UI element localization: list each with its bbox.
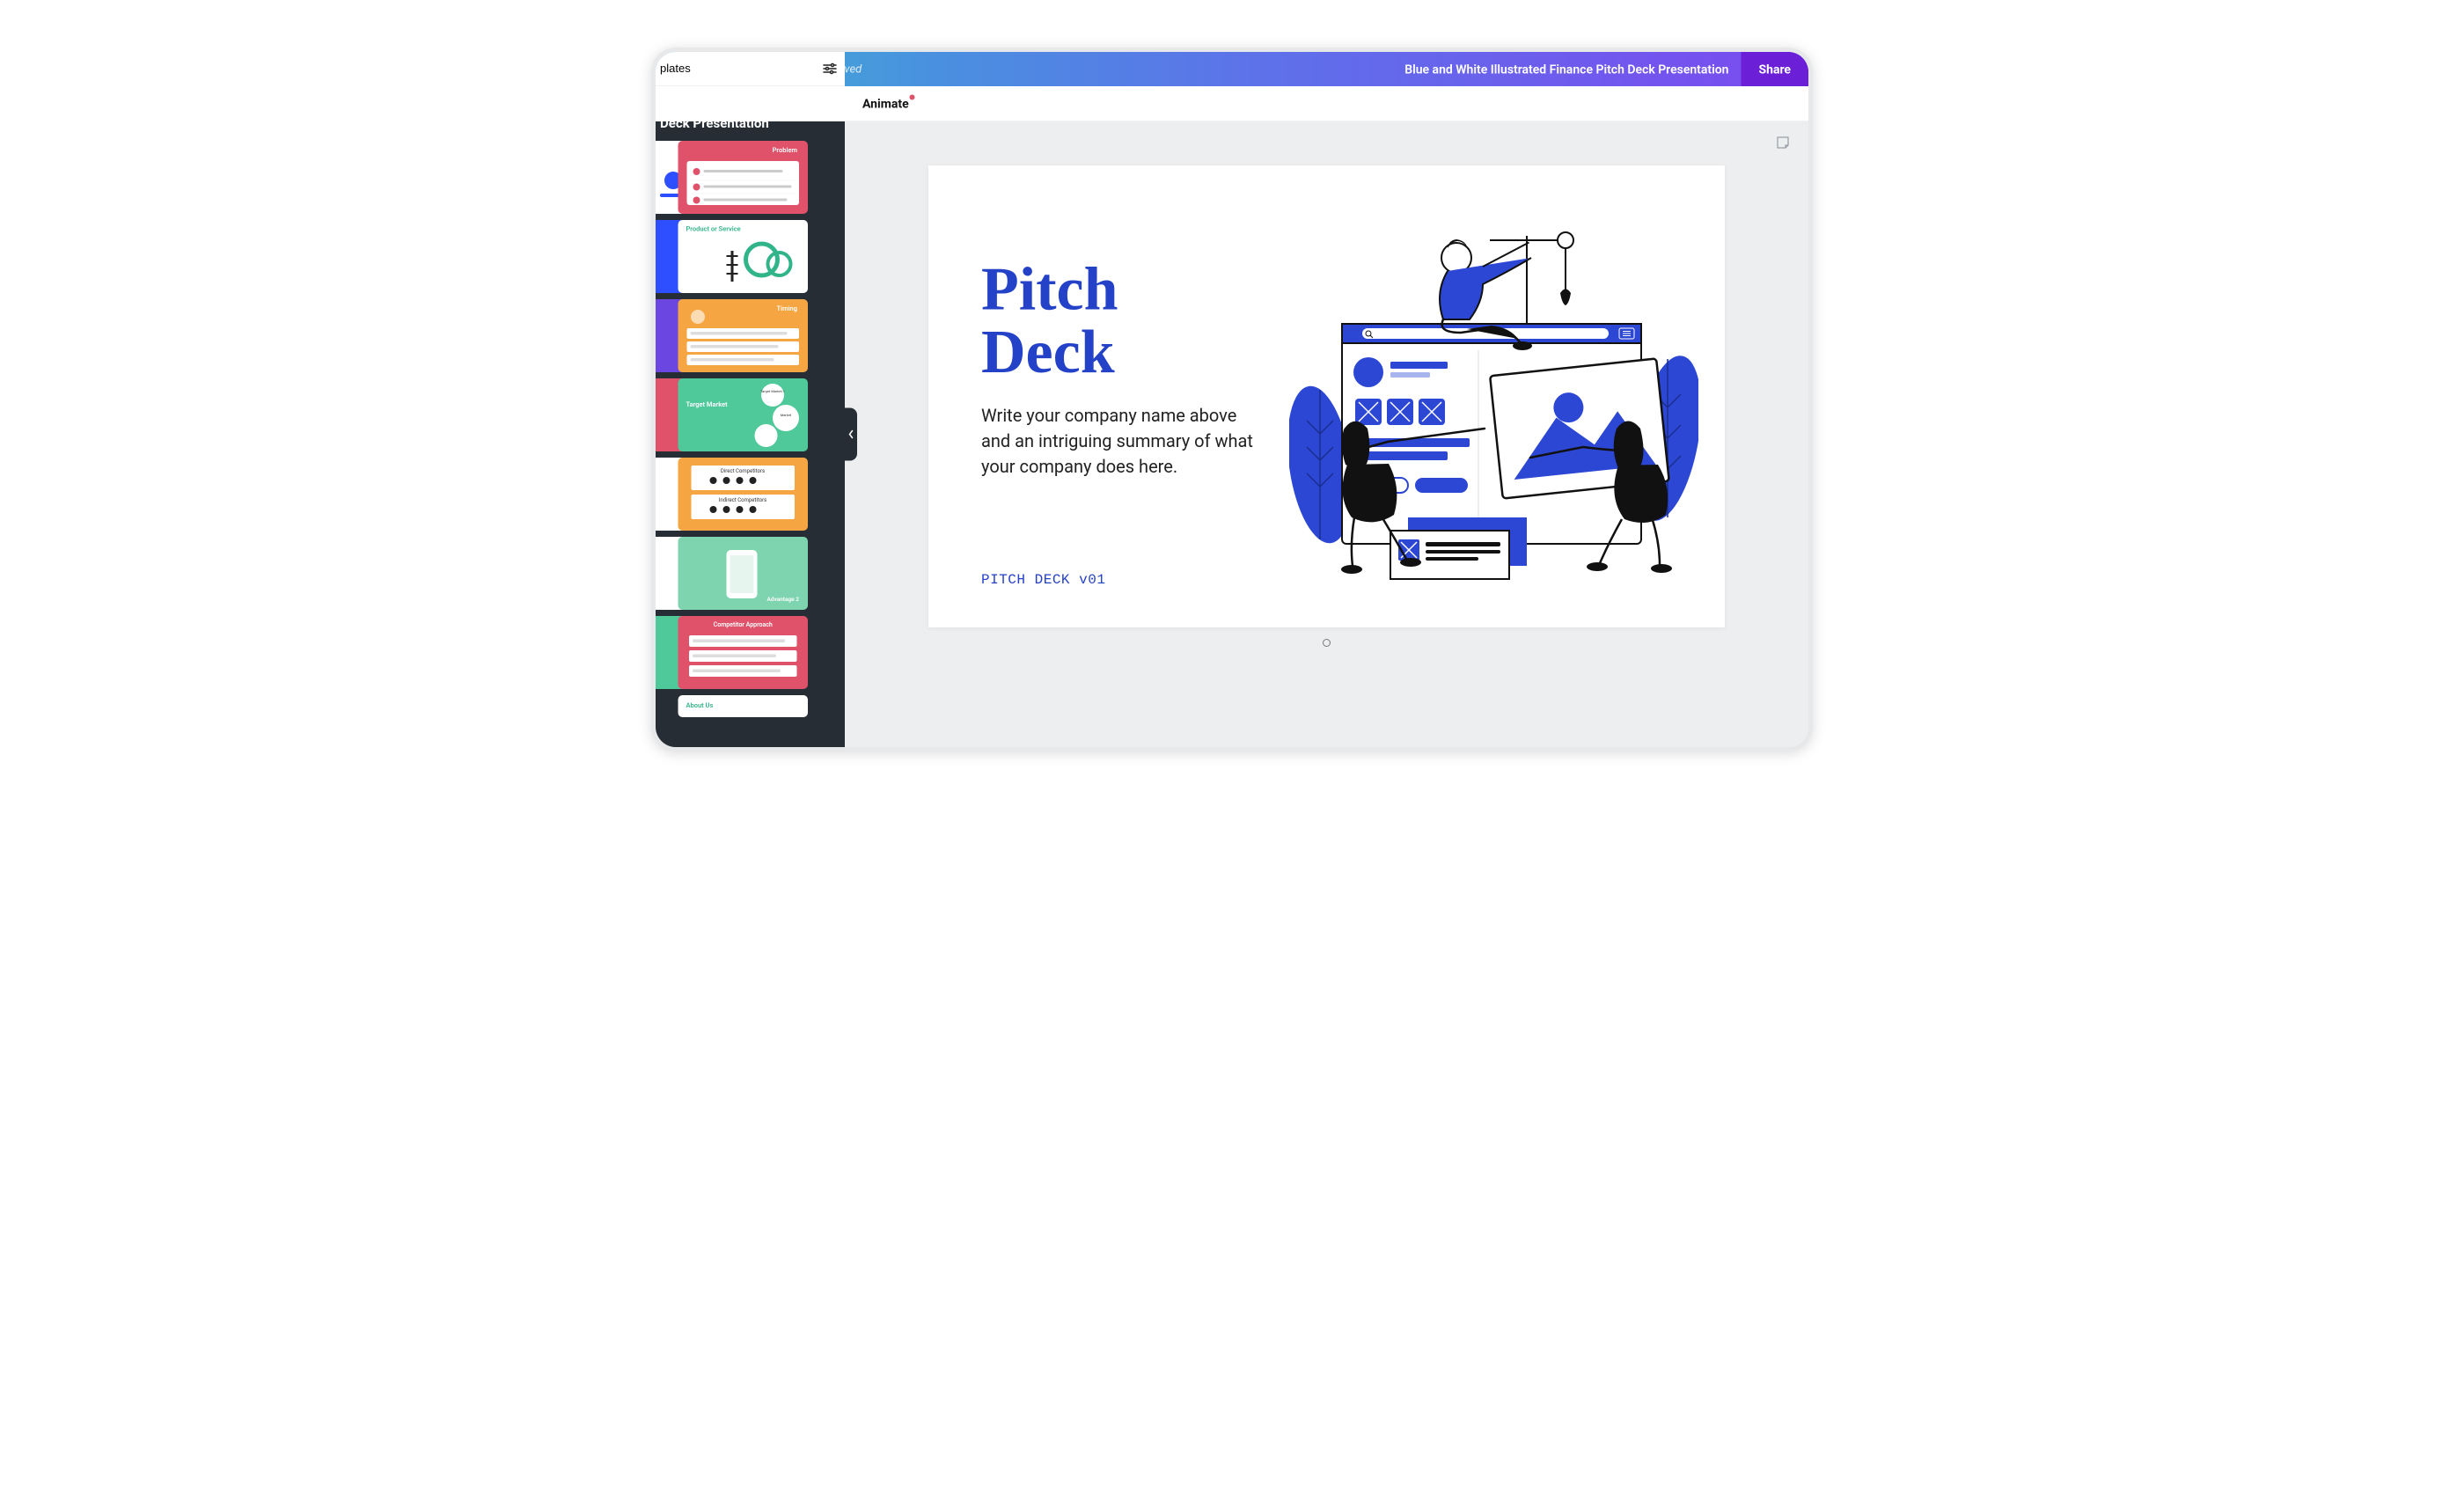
share-button[interactable]: Share: [1741, 52, 1808, 86]
thumb-label: Problem: [773, 146, 797, 154]
svg-text:Target Market 1: Target Market 1: [760, 389, 785, 393]
slide-title[interactable]: Pitch Deck: [981, 258, 1118, 384]
slide-canvas[interactable]: Pitch Deck Write your company name above…: [928, 165, 1725, 627]
slide-version-label[interactable]: PITCH DECK v01: [981, 572, 1105, 589]
search-row: [656, 52, 845, 86]
thumb-label: Advantage 2: [766, 597, 799, 604]
panel-header: te Illustrated Deck Presentation: [656, 86, 845, 141]
slide-illustration[interactable]: [1289, 201, 1698, 597]
template-thumb[interactable]: About Us: [678, 695, 809, 717]
note-icon: [1775, 135, 1791, 150]
thumb-label: Competitor Approach: [714, 621, 773, 628]
slide-subtitle[interactable]: Write your company name above and an int…: [981, 403, 1263, 480]
slide-title-line1: Pitch: [981, 258, 1118, 320]
panel-collapse-handle[interactable]: [845, 408, 857, 461]
slide-title-line2: Deck: [981, 320, 1118, 383]
template-set-title: te Illustrated Deck Presentation: [660, 98, 823, 132]
svg-text:Market: Market: [781, 413, 792, 417]
thumb-label2: Indirect Competitors: [719, 497, 767, 503]
chevron-left-icon: [848, 430, 854, 439]
filter-icon[interactable]: [822, 61, 838, 77]
thumb-label: About Us: [686, 701, 714, 709]
close-panel-button[interactable]: [823, 99, 836, 113]
template-thumb[interactable]: Product or Service: [678, 220, 809, 293]
thumb-label: Product or Service: [686, 225, 741, 232]
templates-panel: te Illustrated Deck Presentation topia 2…: [656, 121, 845, 747]
main-area: te Illustrated Deck Presentation topia 2…: [656, 121, 1808, 747]
notes-button[interactable]: [1775, 135, 1791, 150]
animate-button[interactable]: Animate: [862, 97, 909, 112]
close-icon: [823, 99, 836, 113]
template-title-line2: Deck Presentation: [660, 115, 823, 133]
thumb-label: Target Market: [686, 400, 728, 408]
device-frame: Resize All changes saved Blue and White …: [651, 48, 1813, 752]
template-thumb[interactable]: Problem: [678, 141, 809, 214]
thumb-label: Timing: [777, 304, 797, 312]
page-indicator[interactable]: [1323, 639, 1331, 647]
document-title[interactable]: Blue and White Illustrated Finance Pitch…: [1404, 62, 1728, 77]
template-title-line1: te Illustrated: [660, 98, 823, 115]
thumb-label: Direct Competitors: [721, 468, 765, 474]
template-thumb[interactable]: Timing: [678, 299, 809, 372]
app-window: Resize All changes saved Blue and White …: [656, 52, 1808, 747]
template-thumb[interactable]: Direct Competitors Indirect Competitors: [678, 458, 809, 531]
template-thumbnails: topia 2018 tion 53 81 vantage 1 Problem …: [656, 141, 845, 747]
template-search-input[interactable]: [656, 56, 822, 81]
template-thumb[interactable]: Competitor Approach: [678, 616, 809, 689]
template-thumb[interactable]: Target Market Target Market 1 Market: [678, 378, 809, 451]
template-thumb[interactable]: Advantage 2: [678, 537, 809, 610]
